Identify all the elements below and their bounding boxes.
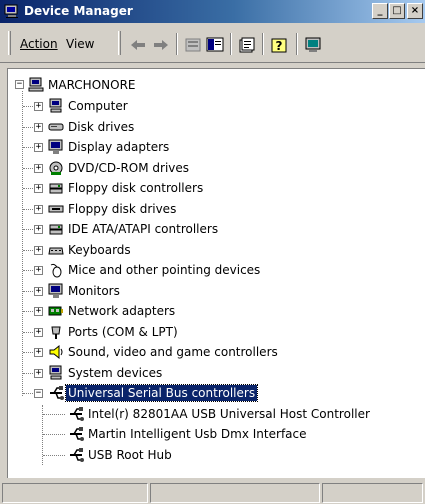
- tree-category[interactable]: Mice and other pointing devices: [66, 262, 262, 278]
- expand-button[interactable]: +: [34, 205, 43, 214]
- monitor-icon: [48, 139, 63, 154]
- tree-category[interactable]: Monitors: [66, 283, 122, 299]
- window-title: Device Manager: [24, 4, 133, 18]
- controller-icon: [49, 183, 63, 194]
- expand-button[interactable]: +: [34, 184, 43, 193]
- maximize-button[interactable]: □: [389, 3, 405, 19]
- usb-icon: [70, 427, 84, 441]
- usb-icon: [70, 407, 84, 421]
- expand-button[interactable]: +: [34, 348, 43, 357]
- expand-button[interactable]: +: [34, 225, 43, 234]
- tree-device[interactable]: USB Root Hub: [86, 447, 174, 463]
- mouse-icon: [50, 263, 62, 278]
- tree-category[interactable]: System devices: [66, 365, 164, 381]
- expand-button[interactable]: +: [34, 102, 43, 111]
- toolbar-grip-2[interactable]: [118, 31, 121, 55]
- computer-icon: [49, 365, 62, 380]
- floppy-drive-icon: [48, 205, 64, 213]
- title-bar[interactable]: Device Manager _ □ ×: [0, 0, 425, 23]
- scan-hardware-icon[interactable]: [304, 36, 322, 54]
- toolbar-separator: [262, 33, 264, 55]
- tree-root-label[interactable]: MARCHONORE: [46, 77, 138, 93]
- expand-button[interactable]: +: [34, 123, 43, 132]
- show-hide-tree-icon[interactable]: [206, 36, 224, 54]
- tree-line: [43, 414, 65, 416]
- tree-category[interactable]: Floppy disk drives: [66, 201, 178, 217]
- keyboard-icon: [48, 247, 64, 255]
- device-manager-icon: [4, 4, 18, 18]
- tree-category[interactable]: Sound, video and game controllers: [66, 344, 280, 360]
- usb-icon: [50, 386, 64, 400]
- computer-root-icon: [28, 77, 44, 92]
- status-cell-1: [2, 483, 148, 503]
- tree-category[interactable]: Computer: [66, 98, 130, 114]
- expand-button[interactable]: +: [34, 143, 43, 152]
- up-level-icon[interactable]: [184, 36, 202, 54]
- toolbar-separator: [296, 33, 298, 55]
- collapse-button[interactable]: −: [34, 389, 43, 398]
- tree-category[interactable]: Universal Serial Bus controllers: [64, 384, 259, 402]
- tree-device[interactable]: Martin Intelligent Usb Dmx Interface: [86, 426, 309, 442]
- network-icon: [48, 306, 63, 316]
- tree-device[interactable]: Intel(r) 82801AA USB Universal Host Cont…: [86, 406, 372, 422]
- back-arrow-icon[interactable]: [129, 36, 147, 54]
- computer-icon: [49, 98, 62, 113]
- help-icon[interactable]: ?: [270, 36, 288, 54]
- expand-button[interactable]: +: [34, 307, 43, 316]
- toolbar-separator: [230, 33, 232, 55]
- expand-button[interactable]: +: [34, 266, 43, 275]
- monitor-icon: [48, 283, 63, 298]
- disk-drive-icon: [48, 123, 64, 131]
- properties-icon[interactable]: [238, 36, 256, 54]
- maximize-icon: □: [392, 5, 402, 16]
- tree-category[interactable]: Display adapters: [66, 139, 171, 155]
- expand-button[interactable]: +: [34, 369, 43, 378]
- status-bar: [0, 480, 425, 504]
- menu-view[interactable]: View: [66, 37, 94, 51]
- tree-line: [43, 455, 65, 457]
- tree-category[interactable]: Keyboards: [66, 242, 133, 258]
- tree-line: [22, 91, 24, 396]
- expand-button[interactable]: +: [34, 328, 43, 337]
- close-icon: ×: [410, 5, 420, 16]
- toolbar: Action View ?: [0, 23, 425, 63]
- minimize-button[interactable]: _: [372, 3, 388, 19]
- close-button[interactable]: ×: [407, 3, 423, 19]
- tree-category[interactable]: DVD/CD-ROM drives: [66, 160, 191, 176]
- tree-category[interactable]: Floppy disk controllers: [66, 180, 205, 196]
- collapse-root-button[interactable]: −: [15, 80, 24, 89]
- forward-arrow-icon[interactable]: [152, 36, 170, 54]
- tree-category[interactable]: Disk drives: [66, 119, 136, 135]
- tree-category[interactable]: Ports (COM & LPT): [66, 324, 180, 340]
- expand-button[interactable]: +: [34, 287, 43, 296]
- tree-line: [43, 434, 65, 436]
- controller-icon: [49, 224, 63, 235]
- minimize-icon: _: [377, 5, 383, 16]
- expand-button[interactable]: +: [34, 246, 43, 255]
- svg-text:?: ?: [276, 39, 283, 53]
- sound-icon: [49, 344, 63, 360]
- status-cell-2: [150, 483, 320, 503]
- status-cell-3: [322, 483, 423, 503]
- toolbar-separator: [176, 33, 178, 55]
- tree-category[interactable]: Network adapters: [66, 303, 177, 319]
- cdrom-icon: [49, 161, 63, 175]
- port-icon: [51, 326, 61, 339]
- expand-button[interactable]: +: [34, 164, 43, 173]
- device-tree[interactable]: − MARCHONORE + Computer + Disk drives + Displ…: [7, 68, 425, 478]
- tree-category[interactable]: IDE ATA/ATAPI controllers: [66, 221, 220, 237]
- menu-action[interactable]: Action: [20, 37, 58, 51]
- usb-icon: [70, 448, 84, 462]
- toolbar-grip[interactable]: [8, 31, 11, 55]
